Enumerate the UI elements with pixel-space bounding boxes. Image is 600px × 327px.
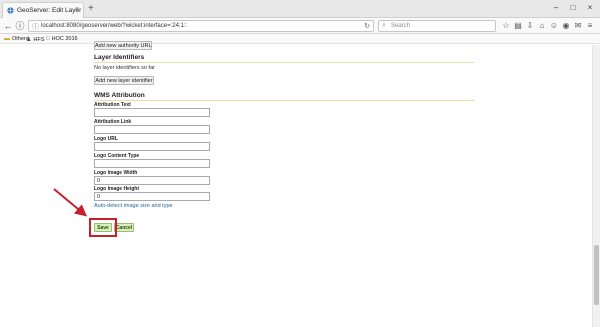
add-authority-url-button[interactable]: Add new authority URL: [94, 41, 152, 50]
tab-close-icon[interactable]: ×: [75, 6, 79, 13]
people-icon: ♟: [26, 37, 32, 43]
logo-image-width-field[interactable]: 0: [94, 176, 210, 185]
logo-image-height-field[interactable]: 0: [94, 192, 210, 201]
download-icon[interactable]: ⇩: [524, 20, 536, 32]
star-icon[interactable]: ☆: [500, 20, 512, 32]
tab-title: GeoServer: Edit Layer: [17, 7, 82, 14]
logo-content-type-field[interactable]: [94, 159, 210, 168]
bookmark-hfs[interactable]: ♟ HFS: [26, 36, 44, 43]
cancel-button[interactable]: Cancel: [114, 223, 134, 232]
home-icon[interactable]: ⌂: [536, 20, 548, 32]
bookmark-hoc-2016[interactable]: □ HOC 2016: [46, 36, 78, 42]
search-input[interactable]: ⌕ Search: [378, 20, 496, 32]
wms-attribution-heading: WMS Attribution: [94, 92, 145, 99]
new-tab-button[interactable]: +: [88, 2, 94, 16]
tab-strip: GeoServer: Edit Layer × + – □ ×: [0, 0, 600, 18]
layer-identifiers-heading: Layer Identifiers: [94, 54, 145, 61]
chat-icon[interactable]: ☺: [548, 20, 560, 32]
pocket-icon[interactable]: ◉: [560, 20, 572, 32]
highlight-box: [89, 218, 117, 237]
site-info-icon[interactable]: ⓘ: [32, 22, 39, 32]
url-text: localhost:8080/geoserver/web/?wicket:int…: [41, 23, 188, 29]
close-window-icon[interactable]: ×: [582, 2, 598, 14]
browser-tab[interactable]: GeoServer: Edit Layer ×: [2, 2, 84, 18]
attribution-text-field[interactable]: [94, 108, 210, 117]
maximize-icon[interactable]: □: [565, 2, 581, 14]
menu-icon[interactable]: ≡: [584, 20, 596, 32]
extensions-icon[interactable]: ✉: [572, 20, 584, 32]
folder-icon: ▬: [4, 36, 10, 42]
search-icon: ⌕: [382, 22, 386, 29]
search-placeholder: Search: [391, 23, 411, 29]
page-content: [0, 45, 600, 327]
bookmarks-bar: ▬ Others ♟ HFS □ HOC 2016: [0, 34, 600, 44]
geoserver-favicon-icon: [7, 7, 14, 14]
page-icon: □: [46, 36, 50, 42]
url-bar[interactable]: ⓘ localhost:8080/geoserver/web/?wicket:i…: [28, 20, 374, 32]
auto-detect-image-link[interactable]: Auto-detect image size and type: [94, 203, 173, 209]
back-icon[interactable]: ←: [2, 19, 14, 33]
logo-url-field[interactable]: [94, 142, 210, 151]
minimize-icon[interactable]: –: [548, 2, 564, 14]
layer-identifiers-empty-note: No layer identifiers so far: [94, 65, 155, 71]
attribution-link-field[interactable]: [94, 125, 210, 134]
section-divider: [94, 62, 474, 63]
reading-list-icon[interactable]: ▤: [512, 20, 524, 32]
navigation-bar: ← ⓘ ⓘ localhost:8080/geoserver/web/?wick…: [0, 18, 600, 34]
reload-icon[interactable]: ↻: [364, 22, 370, 30]
bookmark-others[interactable]: ▬ Others: [4, 36, 29, 42]
section-divider: [94, 100, 474, 101]
add-layer-identifier-button[interactable]: Add new layer identifier: [94, 76, 154, 85]
info-icon[interactable]: ⓘ: [14, 19, 26, 33]
page-scrollbar[interactable]: [592, 45, 600, 327]
scrollbar-thumb[interactable]: [594, 245, 599, 305]
